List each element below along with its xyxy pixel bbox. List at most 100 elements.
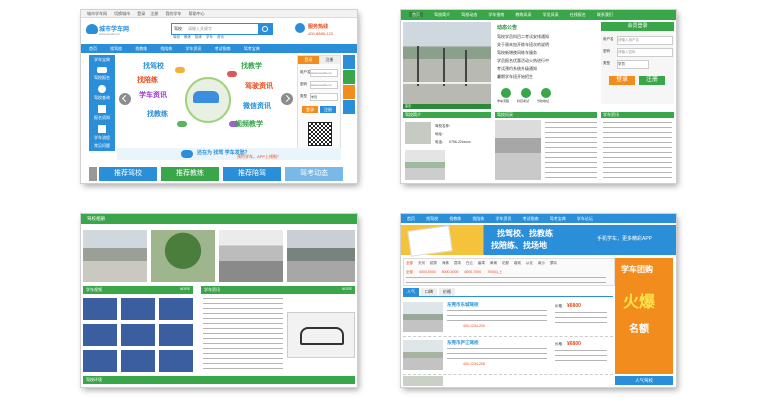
training-ground-photo[interactable] — [403, 22, 491, 104]
nav-item[interactable]: 驾校简介 — [434, 12, 450, 17]
tab-login[interactable]: 登录 — [298, 56, 319, 64]
left-menu-item[interactable]: 驾校查询 — [89, 95, 115, 101]
nav-item[interactable]: 联系我们 — [597, 12, 613, 17]
price-tag[interactable]: 7000以上 — [487, 270, 502, 274]
notice-item[interactable]: 学员报名优惠活动火热进行中 — [497, 58, 549, 64]
more-link[interactable]: MORE — [342, 287, 353, 291]
banner-label[interactable]: 驾驶资讯 — [245, 81, 273, 91]
video-thumb[interactable] — [159, 324, 193, 346]
price-tag[interactable]: 5000-6000 — [442, 270, 459, 274]
exam-icon[interactable] — [521, 88, 531, 98]
filter-tag[interactable]: 荔湾 — [454, 261, 461, 265]
tab-register[interactable]: 注册 — [319, 56, 340, 64]
notice-item[interactable]: 驾校新增夜间练车服务 — [497, 50, 537, 56]
school-name[interactable]: 东莞市东城驾校 — [447, 302, 479, 308]
video-thumb[interactable] — [121, 324, 155, 346]
float-button[interactable] — [343, 85, 355, 99]
nav-item[interactable]: 考试指南 — [215, 46, 231, 51]
notice-item[interactable]: 暑期学车班开始招生 — [497, 74, 533, 80]
album-photo[interactable] — [219, 230, 283, 282]
video-thumb[interactable] — [83, 350, 117, 372]
school-list-item[interactable]: 东莞市庐江驾校 400-1234-208 价格 ¥6800 — [403, 338, 613, 375]
notice-item[interactable]: 考试预约系统升级通知 — [497, 66, 537, 72]
filter-tag[interactable]: 增城 — [514, 261, 521, 265]
top-link[interactable]: 城市学车网 — [87, 11, 107, 16]
nav-item[interactable]: 学车指南 — [488, 12, 504, 17]
nav-item[interactable]: 找驾校 — [110, 46, 122, 51]
nav-item[interactable]: 学员风采 — [543, 12, 559, 17]
search-button[interactable] — [258, 24, 272, 34]
nav-item[interactable]: 考试指南 — [523, 216, 539, 221]
notice-item[interactable]: 关于周末加开练车班次的说明 — [497, 42, 549, 48]
left-menu-item[interactable]: 驾校报名 — [89, 75, 115, 81]
video-thumb[interactable] — [121, 350, 155, 372]
recommend-driving-button[interactable]: 推荐陪驾 — [223, 167, 281, 181]
search-tag[interactable]: 驾校 — [173, 35, 180, 39]
nav-item[interactable]: 找教练 — [449, 216, 461, 221]
school-name[interactable]: 东莞市庐江驾校 — [447, 340, 479, 346]
album-photo[interactable] — [287, 230, 355, 282]
nav-item-home[interactable]: 首页 — [409, 12, 423, 17]
nav-item[interactable]: 驾考宝典 — [244, 46, 260, 51]
nav-item[interactable]: 学车资讯 — [496, 216, 512, 221]
password-field[interactable]: 请输入密码 — [617, 48, 673, 57]
filter-tag[interactable]: 萝岗 — [550, 261, 557, 265]
banner-label[interactable]: 找驾校 — [143, 61, 164, 71]
filter-tag[interactable]: 花都 — [502, 261, 509, 265]
login-button[interactable]: 登录 — [302, 106, 318, 113]
site-logo[interactable]: 城市学车网 www.xueche.cn — [86, 21, 129, 41]
nav-item[interactable]: 驾考宝典 — [550, 216, 566, 221]
banner-label[interactable]: 找教练 — [147, 109, 168, 119]
filter-tag[interactable]: 越秀 — [430, 261, 437, 265]
gallery-photo[interactable] — [495, 120, 541, 180]
banner-label[interactable]: 微信资讯 — [243, 101, 271, 111]
nav-item[interactable]: 学车资讯 — [186, 46, 202, 51]
promo-banner[interactable]: 找驾校、找教练 找陪练、找场地 手机学车，更多精彩APP — [401, 225, 676, 257]
price-tag[interactable]: 全部 — [406, 270, 413, 274]
password-field[interactable]: www.xueche.cn — [310, 81, 338, 89]
username-field[interactable]: www.xueche.cn — [310, 69, 338, 77]
sort-tab[interactable]: 价格 — [439, 288, 455, 296]
filter-tag[interactable]: 天河 — [418, 261, 425, 265]
price-tag[interactable]: 4000-5000 — [419, 270, 436, 274]
type-select[interactable]: 学员 — [617, 60, 649, 69]
nav-item[interactable]: 在线报名 — [570, 12, 586, 17]
banner-label[interactable]: 视频教学 — [235, 119, 263, 129]
register-button[interactable]: 注册 — [639, 76, 665, 85]
recommend-schools-button[interactable]: 推荐驾校 — [99, 167, 157, 181]
search-input[interactable]: 请输入关键字 — [188, 26, 212, 32]
nav-item[interactable]: 学车论坛 — [577, 216, 593, 221]
nav-item[interactable]: 找驾校 — [426, 216, 438, 221]
filter-tag[interactable]: 从化 — [526, 261, 533, 265]
left-menu-item[interactable]: 学车宝典 — [89, 57, 115, 63]
filter-tag[interactable]: 白云 — [466, 261, 473, 265]
location-icon[interactable] — [541, 88, 551, 98]
video-thumb[interactable] — [83, 324, 117, 346]
left-menu-item[interactable]: 报名须知 — [89, 115, 115, 121]
promo-ribbon[interactable]: 还在为 找驾 学车发愁？ 预约学车，APP上线啦！ — [117, 148, 341, 160]
video-thumb[interactable] — [83, 298, 117, 320]
album-photo[interactable] — [151, 230, 215, 282]
nav-item-home[interactable]: 首页 — [407, 216, 415, 221]
more-link[interactable]: MORE — [180, 287, 191, 291]
left-menu-item[interactable]: 常见问题 — [89, 143, 115, 149]
float-button[interactable] — [343, 55, 355, 69]
filter-tag[interactable]: 海珠 — [442, 261, 449, 265]
search-tag[interactable]: 教练 — [184, 35, 191, 39]
left-menu-item[interactable]: 学车流程 — [89, 135, 115, 141]
recommend-coaches-button[interactable]: 推荐教练 — [161, 167, 219, 181]
username-field[interactable]: 请输入用户名 — [617, 36, 673, 45]
album-photo[interactable] — [83, 230, 147, 282]
top-link[interactable]: 帮助中心 — [189, 11, 205, 16]
search-tag[interactable]: 资讯 — [217, 35, 224, 39]
exam-news-button[interactable]: 驾考动态 — [285, 167, 343, 181]
filter-tag[interactable]: 番禺 — [478, 261, 485, 265]
banner-label[interactable]: 学车资讯 — [139, 90, 167, 100]
nav-item[interactable]: 找教练 — [135, 46, 147, 51]
top-link[interactable]: 注册 — [150, 11, 158, 16]
nav-item[interactable]: 找陪练 — [472, 216, 484, 221]
carousel-next-button[interactable] — [281, 93, 293, 105]
nav-item[interactable]: 教练风采 — [516, 12, 532, 17]
school-list-item[interactable]: 东莞市东城驾校 400-1234-200 价格 ¥6800 — [403, 300, 613, 337]
filter-tag[interactable]: 全部 — [406, 261, 413, 265]
